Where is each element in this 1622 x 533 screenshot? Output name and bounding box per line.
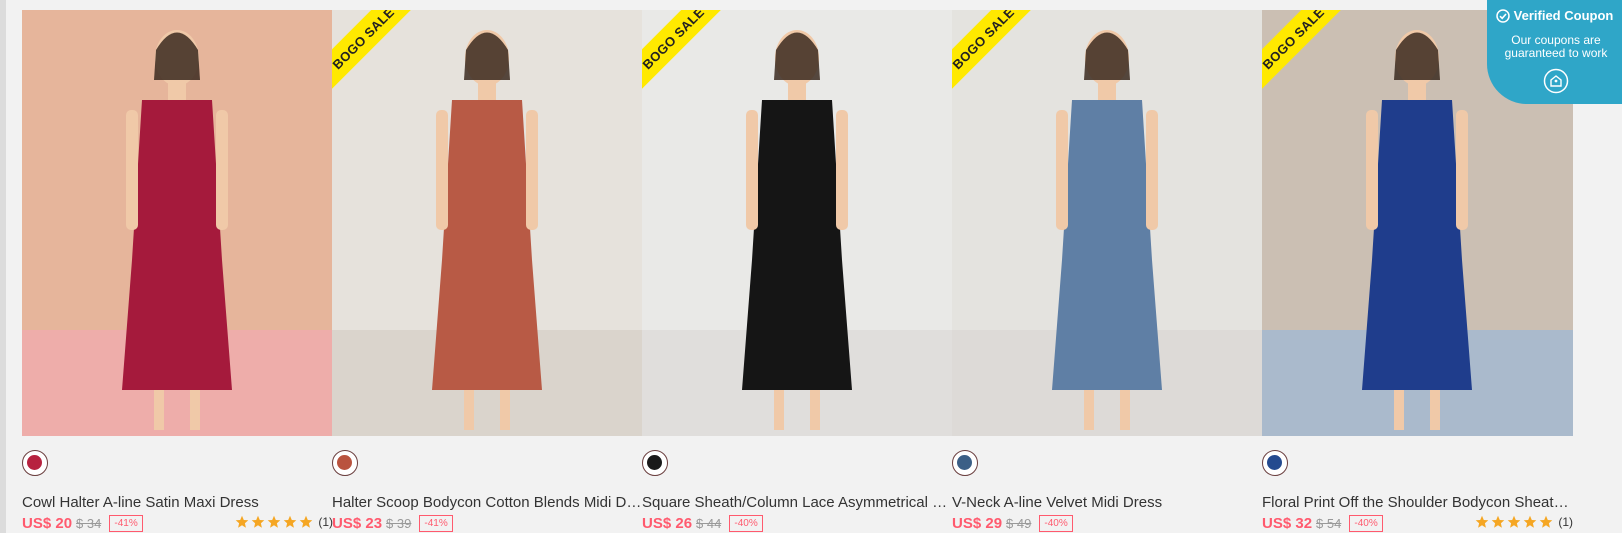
rating: (1) — [1475, 515, 1573, 529]
sale-price: US$ 23 — [332, 514, 383, 532]
color-swatch[interactable] — [332, 450, 358, 476]
sale-price: US$ 29 — [952, 514, 1003, 532]
star-icon — [1508, 515, 1521, 528]
color-swatch-fill — [1267, 455, 1282, 470]
discount-badge: -40% — [729, 514, 763, 532]
color-swatch-fill — [647, 455, 662, 470]
star-icon — [1492, 515, 1505, 528]
original-price: $ 39 — [386, 515, 412, 531]
discount-badge: -41% — [109, 514, 143, 532]
rating-stars — [235, 515, 313, 529]
product-image[interactable]: BOGO SALE — [642, 10, 953, 436]
original-price: $ 44 — [696, 515, 722, 531]
sale-price: US$ 26 — [642, 514, 693, 532]
product-title[interactable]: Square Sheath/Column Lace Asymmetrical M… — [642, 494, 953, 511]
sale-price: US$ 32 — [1262, 514, 1313, 532]
coupon-title: Verified Coupon — [1513, 8, 1614, 23]
price-row: US$ 29 $ 49 -40% — [952, 513, 1073, 533]
product-title[interactable]: Cowl Halter A-line Satin Maxi Dress — [22, 494, 333, 511]
color-swatch-fill — [27, 455, 42, 470]
coupon-subtitle: Our coupons are guaranteed to work — [1504, 33, 1608, 60]
price-row: US$ 32 $ 54 -40% — [1262, 513, 1383, 533]
product-grid: Cowl Halter A-line Satin Maxi Dress US$ 2… — [22, 10, 1622, 533]
coupon-header: Verified Coupon — [1487, 8, 1622, 23]
price-row: US$ 26 $ 44 -40% — [642, 513, 763, 533]
sale-price: US$ 20 — [22, 514, 73, 532]
tag-icon[interactable] — [1543, 68, 1569, 94]
check-circle-icon — [1495, 8, 1510, 23]
original-price: $ 34 — [76, 515, 102, 531]
product-image[interactable]: BOGO SALE — [332, 10, 643, 436]
product-title[interactable]: V-Neck A-line Velvet Midi Dress — [952, 494, 1263, 511]
rating: (1) — [235, 515, 333, 529]
star-icon — [236, 515, 249, 528]
star-icon — [1540, 515, 1553, 528]
product-title[interactable]: Floral Print Off the Shoulder Bodycon Sh… — [1262, 494, 1573, 511]
rating-count: (1) — [318, 515, 333, 529]
rating-count: (1) — [1558, 515, 1573, 529]
star-icon — [1524, 515, 1537, 528]
product-card[interactable]: BOGO SALE V-Neck A-line Velvet Midi Dress… — [952, 10, 1263, 533]
color-swatch[interactable] — [1262, 450, 1288, 476]
price-row: US$ 20 $ 34 -41% — [22, 513, 143, 533]
price-row: US$ 23 $ 39 -41% — [332, 513, 453, 533]
product-title[interactable]: Halter Scoop Bodycon Cotton Blends Midi … — [332, 494, 643, 511]
discount-badge: -40% — [1039, 514, 1073, 532]
discount-badge: -41% — [419, 514, 453, 532]
product-image[interactable] — [22, 10, 333, 436]
color-swatch[interactable] — [952, 450, 978, 476]
page-edge — [0, 0, 6, 533]
product-card[interactable]: Cowl Halter A-line Satin Maxi Dress US$ 2… — [22, 10, 333, 533]
star-icon — [252, 515, 265, 528]
color-swatch-fill — [957, 455, 972, 470]
verified-coupon-panel[interactable]: Verified Coupon Our coupons are guarante… — [1487, 0, 1622, 104]
star-icon — [268, 515, 281, 528]
product-card[interactable]: BOGO SALE Square Sheath/Column Lace Asymm… — [642, 10, 953, 533]
color-swatch[interactable] — [642, 450, 668, 476]
original-price: $ 49 — [1006, 515, 1032, 531]
original-price: $ 54 — [1316, 515, 1342, 531]
product-card[interactable]: BOGO SALE Halter Scoop Bodycon Cotton Ble… — [332, 10, 643, 533]
color-swatch-fill — [337, 455, 352, 470]
rating-stars — [1475, 515, 1553, 529]
star-icon — [1476, 515, 1489, 528]
product-image[interactable]: BOGO SALE — [952, 10, 1263, 436]
discount-badge: -40% — [1349, 514, 1383, 532]
star-icon — [284, 515, 297, 528]
star-icon — [300, 515, 313, 528]
color-swatch[interactable] — [22, 450, 48, 476]
